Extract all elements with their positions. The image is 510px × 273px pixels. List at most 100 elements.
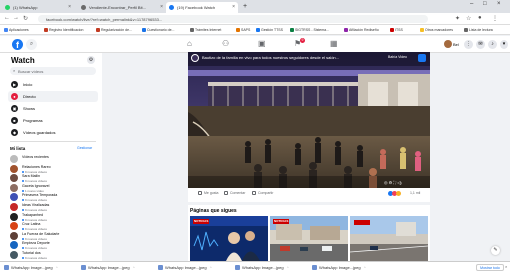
reload-icon[interactable]: ↻ [23,15,28,22]
chevron-up-icon[interactable]: ⌃ [210,266,213,270]
video-brand: Bahía Video [388,55,408,59]
image-file-icon [235,265,240,270]
bookmark-item[interactable]: Gestión TTSS [256,28,283,32]
image-file-icon [312,265,317,270]
bookmark-icon [344,28,348,32]
close-icon[interactable]: × [68,4,71,10]
maximize-icon[interactable]: □ [483,1,487,7]
watch-icon[interactable]: ▣ [258,39,266,48]
download-item[interactable]: WhatsApp Image...jpeg ⌃ [4,265,58,270]
star-icon[interactable]: ☆ [466,15,471,22]
download-bar: WhatsApp Image...jpeg ⌃ WhatsApp Image...j… [0,261,510,273]
brand-logo [418,54,426,62]
tab-label: Vendiente-Encontrar_Perfil Bit... [89,5,146,10]
sidebar-item-programas[interactable]: ■ Programas [8,115,98,126]
video-title: Bautizo de la familia en vivo para todos… [202,55,339,60]
new-tab-button[interactable]: + [241,0,251,11]
close-window-icon[interactable]: × [497,1,501,7]
new-message-button[interactable]: ✎ [491,246,500,255]
image-file-icon [158,265,163,270]
sidebar-item-guardados[interactable]: ◆ Vídeos guardados [8,127,98,138]
bookmark-item[interactable]: Registro Identificacion [44,28,83,32]
extension-icon[interactable]: ✦ [455,15,460,22]
tab-label: (1) WhatsApp [13,5,38,10]
profile-icon[interactable]: ● [478,15,482,21]
list-item[interactable]: Tutorial dos 9 nuevos vídeos [10,250,98,261]
messenger-icon[interactable]: ✉ [476,40,485,49]
tab-facebook-watch[interactable]: (19) Facebook Watch × [166,2,238,13]
sidebar-item-inicio[interactable]: ▶ Inicio [8,79,98,90]
gaming-icon[interactable]: ▦ [330,39,338,48]
bookmark-item[interactable]: SIGTRSS - Sistema... [290,28,329,32]
bookmark-item[interactable]: Trámites Internet [190,28,221,32]
video-player[interactable]: Bautizo de la familia en vivo para todos… [188,52,430,188]
menu-icon[interactable]: ⋮ [492,15,498,22]
friends-icon[interactable]: ⚇ [222,39,229,48]
live-icon: ● [11,93,18,100]
avatar [10,174,18,183]
bookmark-item[interactable]: Lista de lectura [464,28,493,32]
bookmark-item[interactable]: Afiliación Rediseño [344,28,379,32]
avatar [10,164,18,173]
bookmark-item[interactable]: Aplicaciones [4,28,29,32]
section-title: Mi lista [10,146,26,151]
close-icon[interactable]: × [232,4,235,10]
bookmark-item[interactable]: ITSS [390,28,403,32]
download-item[interactable]: WhatsApp Image...jpeg ⌃ [158,265,212,270]
url-input[interactable]: facebook.com/watch/live/?ref=watch_perma… [38,15,428,23]
browser-tab-bar: (1) WhatsApp × Vendiente-Encontrar_Perfi… [0,0,510,13]
chevron-up-icon[interactable]: ⌃ [364,266,367,270]
reading-list-icon [464,28,468,32]
back-icon[interactable]: ← [4,15,10,21]
share-button[interactable]: Compartir [252,191,273,195]
forward-icon[interactable]: → [13,15,19,21]
reactions-summary[interactable]: 1,1 mil [388,191,428,197]
sidebar-item-directo[interactable]: ● Directo [8,91,98,102]
page-avatar[interactable] [191,54,199,62]
tab-whatsapp[interactable]: (1) WhatsApp × [2,2,74,13]
chevron-up-icon[interactable]: ⌃ [56,266,59,270]
avatar [444,40,452,48]
account-icon[interactable]: ▾ [500,40,508,49]
suggested-video-thumb[interactable]: NOTICIAS [270,216,348,261]
download-item[interactable]: WhatsApp Image...jpeg ⌃ [81,265,135,270]
watch-sidebar: Watch ⚙ ⌕ Buscar vídeos ▶ Inicio ● Direct… [0,53,102,261]
manage-link[interactable]: Gestionar [77,146,92,150]
search-icon[interactable]: ⌕ [26,39,37,50]
facebook-header: f ⌕ ⌂ ⚇ ▣ ⚑ 9 ▦ Bel ⋮ ✉ ♪ ▾ [0,36,510,53]
close-icon[interactable]: × [505,264,507,269]
bookmark-item[interactable]: SAPS [236,28,250,32]
list-item-name: Empieza Deporte [22,241,50,246]
avatar [10,241,18,250]
home-icon[interactable]: ⌂ [187,39,192,48]
suggested-video-thumb[interactable] [350,216,428,261]
bookmark-item[interactable]: Otros marcadores [420,28,453,32]
search-input[interactable]: ⌕ Buscar vídeos [10,67,96,75]
minimize-icon[interactable]: – [470,1,473,7]
avatar [10,231,18,240]
show-all-button[interactable]: Mostrar todo [476,264,504,271]
menu-grid-icon[interactable]: ⋮ [464,40,473,49]
list-item-name: Vídeos recientes [22,155,49,159]
page-title: Watch [11,56,35,65]
page-icon [81,5,86,10]
profile-chip[interactable]: Bel [444,40,459,49]
list-item-name: Relaciones Rareo [22,164,51,169]
like-button[interactable]: Me gusta [198,191,218,195]
tab-vendiente[interactable]: Vendiente-Encontrar_Perfil Bit... × [78,2,166,13]
gear-icon[interactable]: ⚙ [87,56,95,64]
player-controls[interactable]: ◎ ⚙ ⛶ ◁) [384,180,402,185]
bookmark-item[interactable]: Regularización de... [96,28,132,32]
avatar [10,251,18,259]
notifications-icon[interactable]: ♪ [488,40,497,49]
download-item[interactable]: WhatsApp Image...jpeg ⌃ [312,265,366,270]
close-icon[interactable]: × [160,4,163,10]
bookmark-item[interactable]: Cuestionario de... [142,28,174,32]
comment-button[interactable]: Comentar [224,191,245,195]
chevron-up-icon[interactable]: ⌃ [133,266,136,270]
suggested-video-thumb[interactable]: NOTICIAS [190,216,268,261]
download-item[interactable]: WhatsApp Image...jpeg ⌃ [235,265,289,270]
sidebar-item-shows[interactable]: ▣ Shows [8,103,98,114]
facebook-logo[interactable]: f [12,39,23,50]
chevron-up-icon[interactable]: ⌃ [287,266,290,270]
